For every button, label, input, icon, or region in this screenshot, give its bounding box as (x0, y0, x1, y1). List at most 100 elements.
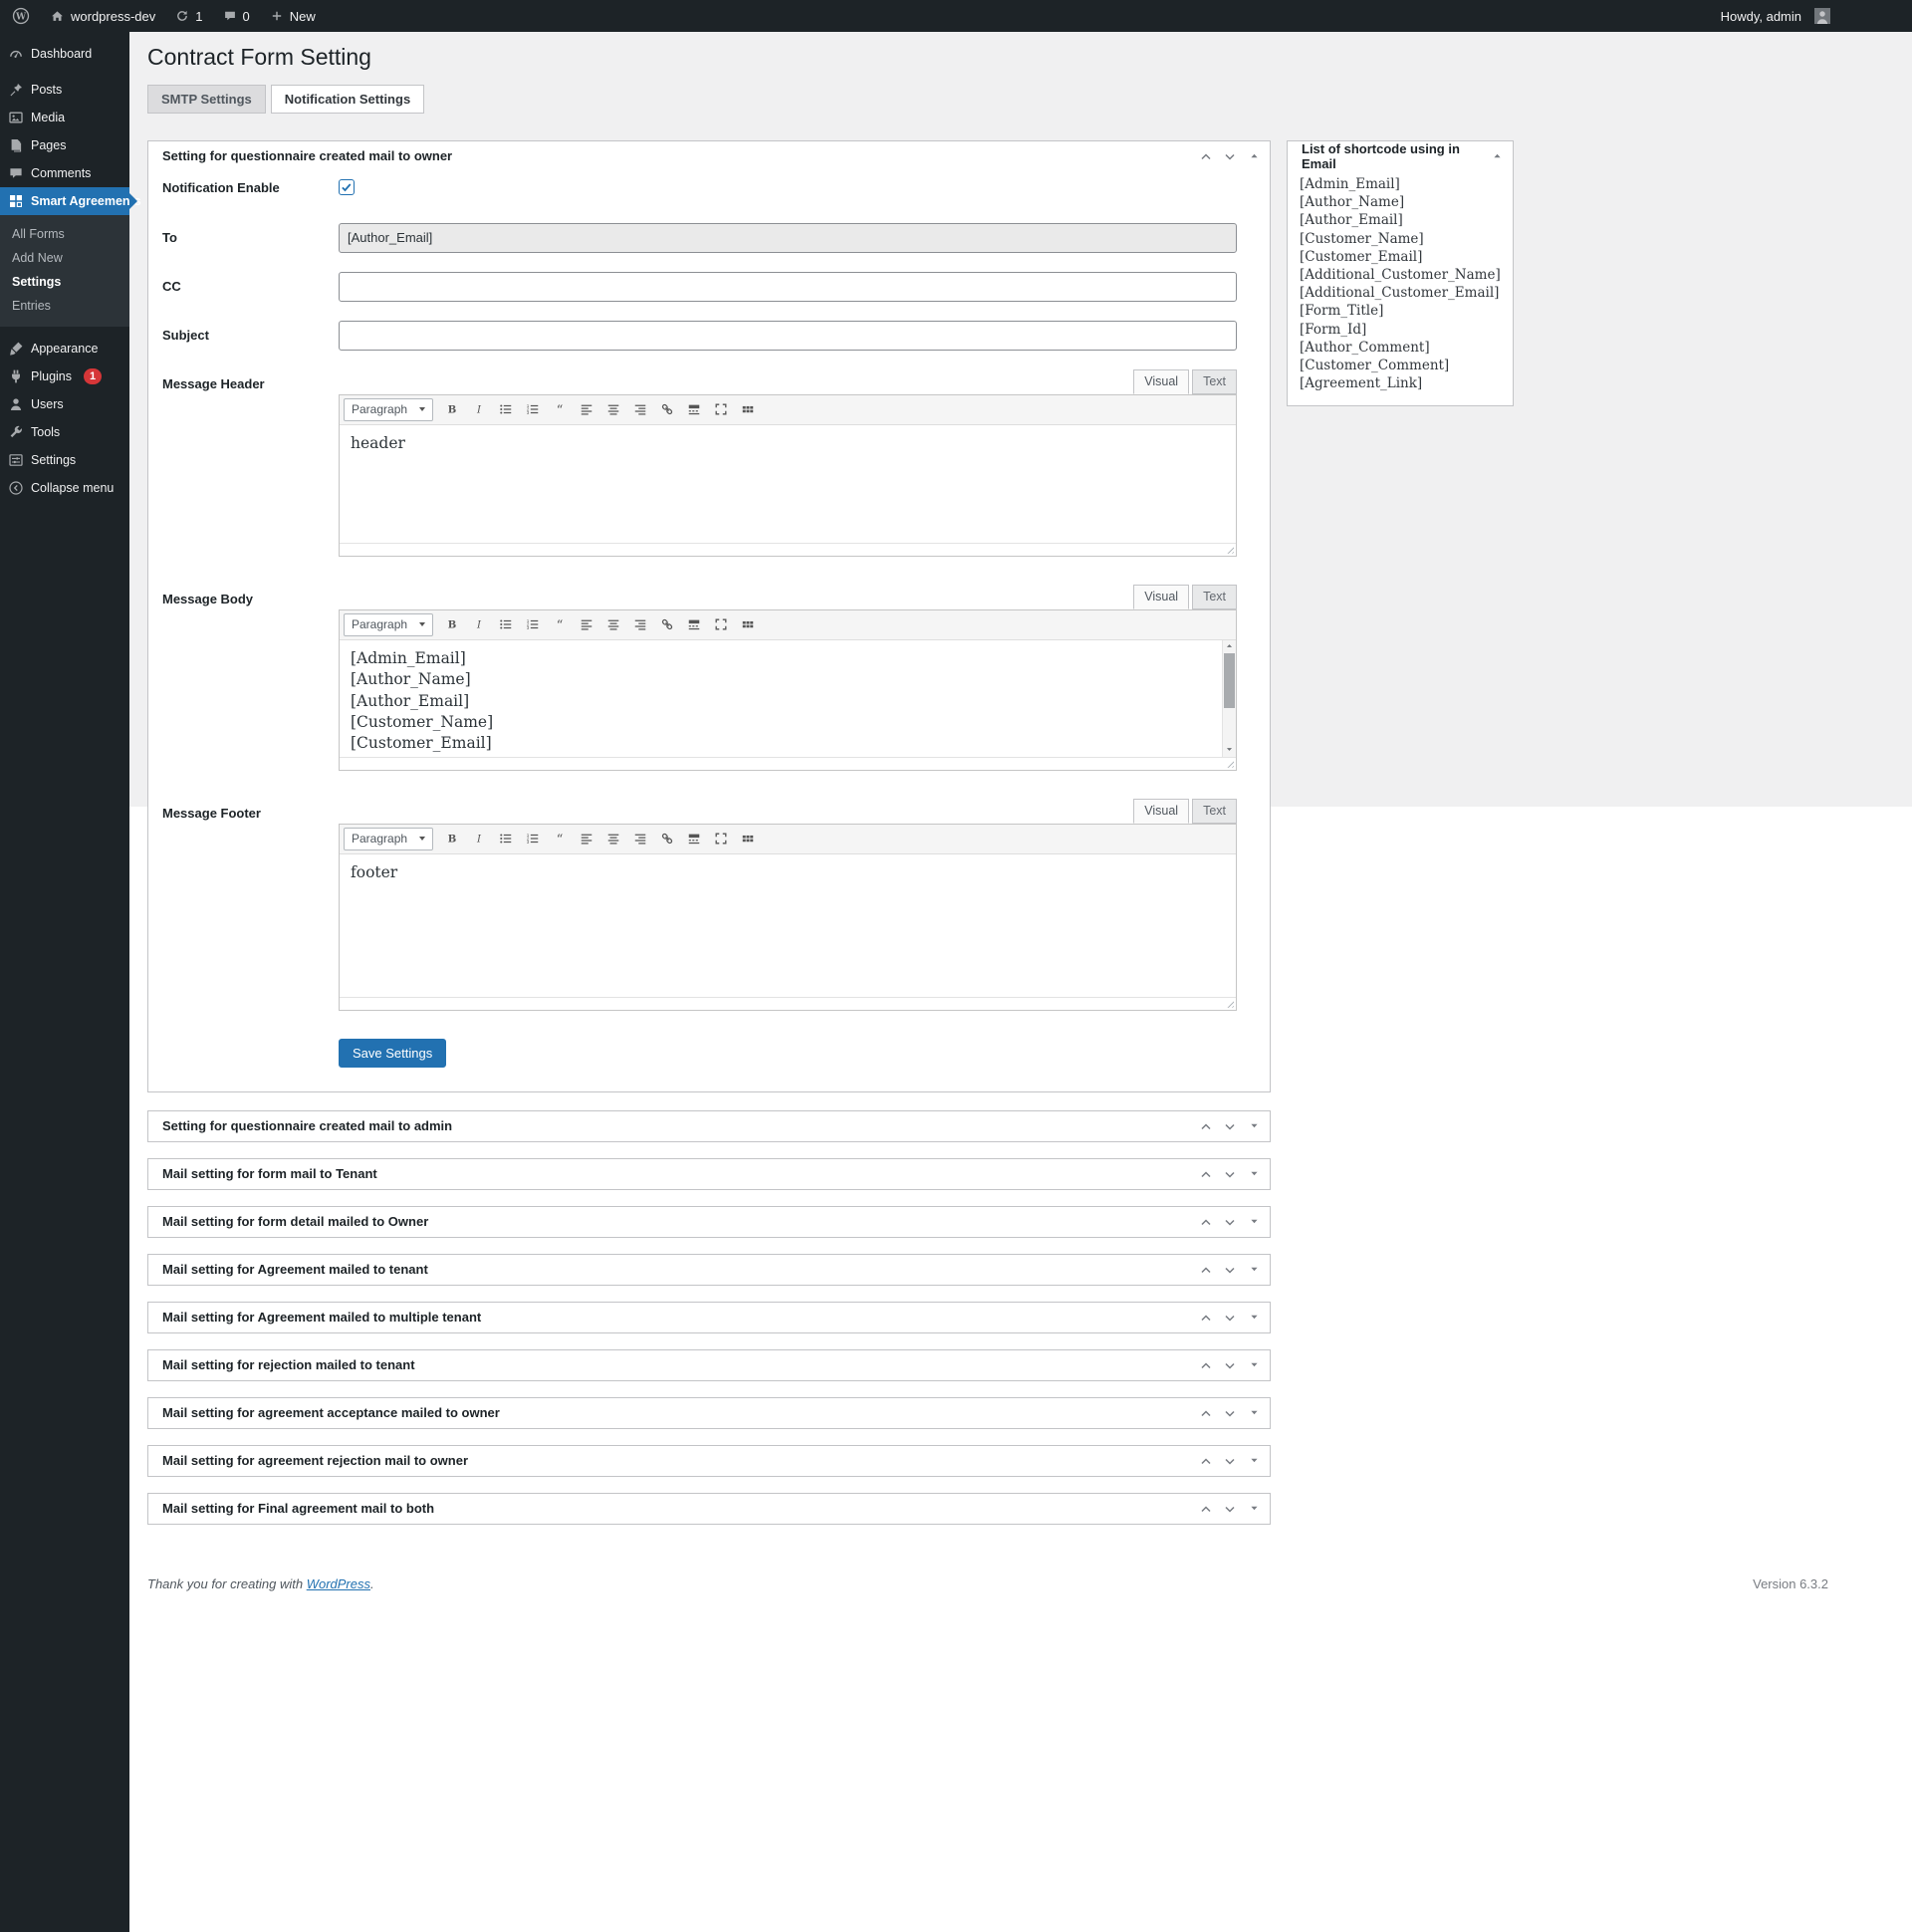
panel-title[interactable]: Mail setting for agreement acceptance ma… (162, 1405, 1196, 1420)
move-up-button[interactable] (1196, 1499, 1216, 1519)
toggle-panel-button[interactable] (1244, 1355, 1264, 1375)
sidebar-item-settings[interactable]: Settings (0, 446, 129, 474)
message-footer-content[interactable]: footer (340, 853, 1236, 997)
move-down-button[interactable] (1220, 1164, 1240, 1184)
bold-icon[interactable]: B (439, 828, 465, 850)
new-content-menu[interactable]: New (260, 0, 326, 32)
toggle-panel-button[interactable] (1244, 1116, 1264, 1136)
my-account-menu[interactable]: Howdy, admin (1711, 0, 1840, 32)
save-settings-button[interactable]: Save Settings (339, 1038, 447, 1068)
fullscreen-icon[interactable] (708, 398, 734, 421)
align-center-icon[interactable] (600, 828, 626, 850)
move-up-button[interactable] (1196, 1116, 1216, 1136)
resize-handle[interactable] (1225, 544, 1234, 554)
sidebar-subitem-add-new[interactable]: Add New (0, 246, 129, 270)
panel-title[interactable]: Setting for questionnaire created mail t… (162, 148, 1196, 163)
site-name-menu[interactable]: wordpress-dev (40, 0, 165, 32)
move-up-button[interactable] (1196, 1308, 1216, 1328)
toggle-panel-button[interactable] (1244, 1212, 1264, 1232)
toggle-panel-button[interactable] (1244, 146, 1264, 166)
sidebar-item-users[interactable]: Users (0, 390, 129, 418)
move-up-button[interactable] (1196, 1212, 1216, 1232)
visual-tab[interactable]: Visual (1133, 368, 1190, 394)
sidebar-item-posts[interactable]: Posts (0, 76, 129, 104)
bulleted-list-icon[interactable] (493, 398, 519, 421)
read-more-icon[interactable] (681, 828, 707, 850)
fullscreen-icon[interactable] (708, 828, 734, 850)
link-icon[interactable] (654, 828, 680, 850)
toolbar-toggle-icon[interactable] (735, 398, 761, 421)
sidebar-item-comments[interactable]: Comments (0, 159, 129, 187)
message-body-content[interactable]: [Admin_Email] [Author_Name] [Author_Email]… (340, 639, 1236, 757)
panel-title[interactable]: Mail setting for agreement rejection mai… (162, 1453, 1196, 1468)
subject-input[interactable] (339, 320, 1237, 351)
scroll-up-icon[interactable] (1223, 640, 1236, 652)
fullscreen-icon[interactable] (708, 613, 734, 636)
to-input[interactable] (339, 222, 1237, 253)
toggle-panel-button[interactable] (1244, 1308, 1264, 1328)
move-down-button[interactable] (1220, 146, 1240, 166)
italic-icon[interactable]: I (466, 828, 492, 850)
bold-icon[interactable]: B (439, 613, 465, 636)
sidebar-subitem-settings[interactable]: Settings (0, 270, 129, 294)
align-left-icon[interactable] (574, 828, 599, 850)
move-up-button[interactable] (1196, 1164, 1216, 1184)
sidebar-item-tools[interactable]: Tools (0, 418, 129, 446)
sidebar-subitem-all-forms[interactable]: All Forms (0, 222, 129, 246)
numbered-list-icon[interactable]: 123 (520, 828, 546, 850)
move-down-button[interactable] (1220, 1308, 1240, 1328)
toggle-panel-button[interactable] (1487, 146, 1507, 166)
move-up-button[interactable] (1196, 1260, 1216, 1280)
sidebar-item-pages[interactable]: Pages (0, 131, 129, 159)
align-right-icon[interactable] (627, 613, 653, 636)
bulleted-list-icon[interactable] (493, 613, 519, 636)
italic-icon[interactable]: I (466, 398, 492, 421)
panel-title[interactable]: Mail setting for form detail mailed to O… (162, 1214, 1196, 1229)
toggle-panel-button[interactable] (1244, 1403, 1264, 1423)
sidebar-item-collapse-menu[interactable]: Collapse menu (0, 474, 129, 502)
panel-title[interactable]: Mail setting for Agreement mailed to mul… (162, 1310, 1196, 1325)
align-center-icon[interactable] (600, 398, 626, 421)
sidebar-subitem-entries[interactable]: Entries (0, 294, 129, 318)
text-tab[interactable]: Text (1192, 798, 1237, 824)
tab-notification-settings[interactable]: Notification Settings (270, 84, 425, 114)
notification-enable-checkbox[interactable] (339, 178, 355, 195)
shortcode-panel-title[interactable]: List of shortcode using in Email (1302, 141, 1487, 171)
text-tab[interactable]: Text (1192, 584, 1237, 609)
updates-menu[interactable]: 1 (165, 0, 212, 32)
sidebar-item-dashboard[interactable]: Dashboard (0, 40, 129, 68)
tab-smtp-settings[interactable]: SMTP Settings (147, 84, 266, 114)
align-right-icon[interactable] (627, 828, 653, 850)
toolbar-toggle-icon[interactable] (735, 828, 761, 850)
align-left-icon[interactable] (574, 398, 599, 421)
sidebar-item-appearance[interactable]: Appearance (0, 335, 129, 362)
blockquote-icon[interactable]: “ (547, 398, 573, 421)
read-more-icon[interactable] (681, 613, 707, 636)
move-down-button[interactable] (1220, 1403, 1240, 1423)
panel-title[interactable]: Mail setting for Agreement mailed to ten… (162, 1262, 1196, 1277)
resize-handle[interactable] (1225, 758, 1234, 768)
move-up-button[interactable] (1196, 1355, 1216, 1375)
toggle-panel-button[interactable] (1244, 1499, 1264, 1519)
paragraph-dropdown[interactable]: Paragraph (344, 827, 433, 850)
blockquote-icon[interactable]: “ (547, 828, 573, 850)
editor-scrollbar[interactable] (1222, 639, 1236, 757)
toggle-panel-button[interactable] (1244, 1451, 1264, 1471)
bulleted-list-icon[interactable] (493, 828, 519, 850)
scrollbar-thumb[interactable] (1224, 652, 1235, 708)
move-up-button[interactable] (1196, 1403, 1216, 1423)
move-down-button[interactable] (1220, 1355, 1240, 1375)
align-right-icon[interactable] (627, 398, 653, 421)
panel-title[interactable]: Setting for questionnaire created mail t… (162, 1118, 1196, 1133)
sidebar-item-smart-agreements[interactable]: Smart Agreements (0, 187, 141, 215)
numbered-list-icon[interactable]: 123 (520, 613, 546, 636)
move-up-button[interactable] (1196, 1451, 1216, 1471)
toolbar-toggle-icon[interactable] (735, 613, 761, 636)
move-down-button[interactable] (1220, 1451, 1240, 1471)
scroll-down-icon[interactable] (1223, 744, 1236, 756)
comments-menu[interactable]: 0 (213, 0, 260, 32)
paragraph-dropdown[interactable]: Paragraph (344, 612, 433, 636)
bold-icon[interactable]: B (439, 398, 465, 421)
resize-handle[interactable] (1225, 998, 1234, 1008)
blockquote-icon[interactable]: “ (547, 613, 573, 636)
